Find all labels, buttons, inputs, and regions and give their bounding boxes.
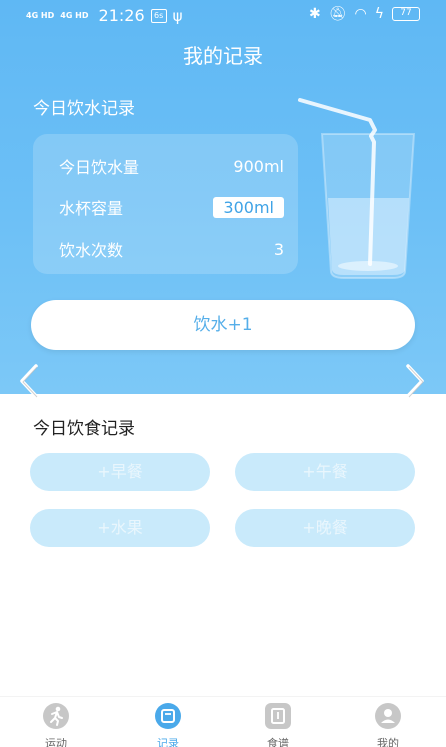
drink-count-row: 饮水次数 3 <box>59 237 284 261</box>
water-glass-icon <box>298 98 416 279</box>
cup-capacity-value[interactable]: 300ml <box>213 196 284 218</box>
status-time: 21:26 <box>98 6 145 25</box>
recipe-icon <box>265 703 291 729</box>
tab-recipe[interactable]: 食谱 <box>238 703 318 747</box>
record-icon <box>155 703 181 729</box>
bottom-tab-bar: 运动 记录 食谱 我的 <box>0 696 446 747</box>
fruit-button[interactable]: +水果 <box>30 509 210 547</box>
today-intake-row: 今日饮水量 900ml <box>59 154 284 178</box>
today-intake-label: 今日饮水量 <box>59 158 140 177</box>
cup-capacity-label: 水杯容量 <box>59 199 124 218</box>
usb-icon: ψ <box>172 6 183 25</box>
water-section-title: 今日饮水记录 <box>33 99 135 119</box>
drink-add-button[interactable]: 饮水+1 <box>31 300 415 350</box>
today-intake-value: 900ml <box>233 156 284 176</box>
running-icon <box>43 703 69 729</box>
dinner-button[interactable]: +晚餐 <box>235 509 415 547</box>
status-bar: 4G HD 4G HD 21:26 6s ψ ✱ 🔕︎ ◠ ϟ 77 <box>0 0 446 30</box>
tab-sport-label: 运动 <box>45 737 67 747</box>
tab-record[interactable]: 记录 <box>128 703 208 747</box>
page-title: 我的记录 <box>183 44 263 68</box>
drink-count-value: 3 <box>273 239 284 259</box>
chevron-right-icon[interactable] <box>400 362 430 400</box>
signal-indicator-2: 4G HD <box>60 10 89 20</box>
cup-capacity-row: 水杯容量 300ml <box>59 195 284 219</box>
drink-count-label: 饮水次数 <box>59 241 124 260</box>
bluetooth-icon: ✱ <box>309 6 321 22</box>
profile-icon <box>375 703 401 729</box>
lunch-button[interactable]: +午餐 <box>235 453 415 491</box>
mute-icon: 🔕︎ <box>328 6 347 22</box>
tab-sport[interactable]: 运动 <box>16 703 96 747</box>
tab-mine-label: 我的 <box>377 737 399 747</box>
signal-indicator-1: 4G HD <box>26 10 55 20</box>
food-section-title: 今日饮食记录 <box>33 419 135 439</box>
water-summary-card: 今日饮水量 900ml 水杯容量 300ml 饮水次数 3 <box>33 134 298 274</box>
charging-icon: ϟ <box>374 6 384 22</box>
notification-badge: 6s <box>150 8 167 23</box>
chevron-left-icon[interactable] <box>14 362 44 400</box>
wifi-icon: ◠ <box>354 6 367 22</box>
breakfast-button[interactable]: +早餐 <box>30 453 210 491</box>
tab-record-label: 记录 <box>157 737 179 747</box>
tab-recipe-label: 食谱 <box>267 737 289 747</box>
battery-indicator: 77 <box>392 7 420 21</box>
tab-mine[interactable]: 我的 <box>348 703 428 747</box>
